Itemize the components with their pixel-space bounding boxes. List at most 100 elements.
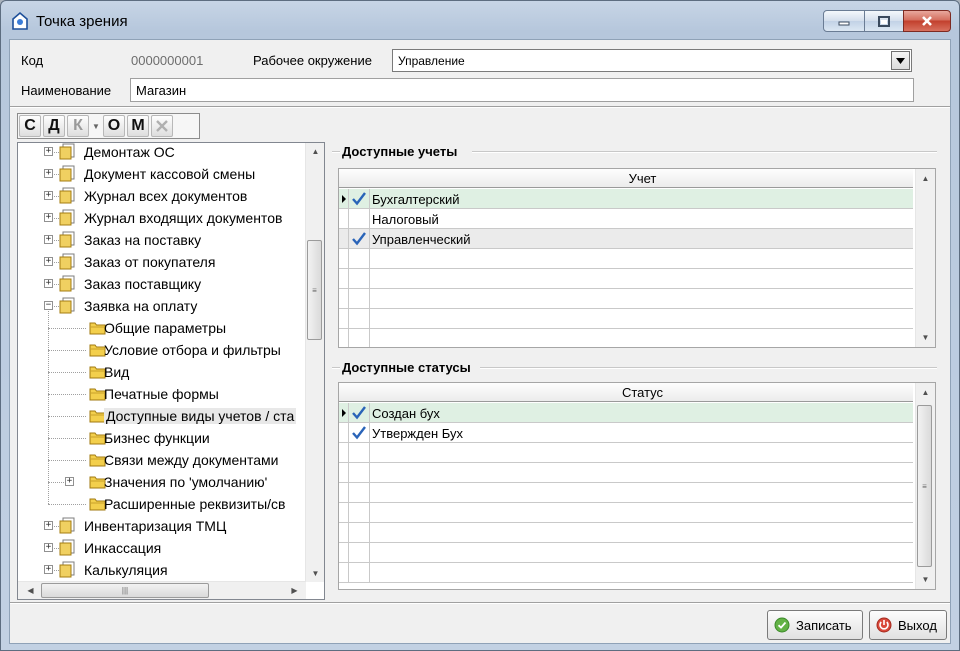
accounts-vertical-scrollbar[interactable]: ▲ ▼ bbox=[915, 169, 935, 347]
exit-button[interactable]: Выход bbox=[869, 610, 947, 640]
tree-scroll-thumb[interactable]: ≡ bbox=[307, 240, 322, 340]
tree-item[interactable]: + Инвентаризация ТМЦ bbox=[18, 515, 305, 537]
toolbar-button-delete[interactable] bbox=[151, 115, 173, 137]
expand-icon[interactable]: + bbox=[44, 213, 53, 222]
scroll-down-arrow-icon[interactable]: ▼ bbox=[307, 565, 324, 582]
row-checkbox[interactable] bbox=[349, 329, 370, 347]
scroll-up-arrow-icon[interactable]: ▲ bbox=[917, 170, 934, 187]
statuses-vertical-scrollbar[interactable]: ▲ ≡ ▼ bbox=[915, 383, 935, 589]
scroll-down-arrow-icon[interactable]: ▼ bbox=[917, 571, 934, 588]
expand-icon[interactable]: + bbox=[44, 565, 53, 574]
tree-item[interactable]: + Заказ поставщику bbox=[18, 273, 305, 295]
tree-horizontal-scrollbar[interactable]: ◀ ||| ▶ bbox=[18, 581, 306, 599]
tree-item[interactable]: Условие отбора и фильтры bbox=[18, 339, 305, 361]
accounts-group-title: Доступные учеты bbox=[342, 144, 463, 159]
scroll-down-arrow-icon[interactable]: ▼ bbox=[917, 329, 934, 346]
close-button[interactable] bbox=[903, 10, 951, 32]
expand-icon[interactable]: + bbox=[44, 235, 53, 244]
collapse-icon[interactable]: − bbox=[44, 301, 53, 310]
tree-item-label: Бизнес функции bbox=[104, 430, 210, 446]
save-button[interactable]: Записать bbox=[767, 610, 863, 640]
row-checkbox[interactable] bbox=[349, 229, 370, 249]
row-checkbox[interactable] bbox=[349, 503, 370, 523]
toolbar-button-k[interactable]: К bbox=[67, 115, 89, 137]
row-checkbox[interactable] bbox=[349, 483, 370, 503]
row-checkbox[interactable] bbox=[349, 403, 370, 423]
tree-item[interactable]: + Значения по 'умолчанию' bbox=[18, 471, 305, 493]
toolbar-dropdown-arrow[interactable]: ▼ bbox=[91, 115, 101, 137]
row-checkbox[interactable] bbox=[349, 249, 370, 269]
table-row[interactable]: Утвержден Бух bbox=[339, 423, 913, 443]
row-checkbox[interactable] bbox=[349, 269, 370, 289]
toolbar-button-o[interactable]: О bbox=[103, 115, 125, 137]
scroll-up-arrow-icon[interactable]: ▲ bbox=[307, 143, 324, 160]
toolbar-button-m[interactable]: М bbox=[127, 115, 149, 137]
tree-item[interactable]: Связи между документами bbox=[18, 449, 305, 471]
tree-item[interactable]: + Инкассация bbox=[18, 537, 305, 559]
tree-item[interactable]: Бизнес функции bbox=[18, 427, 305, 449]
minimize-button[interactable] bbox=[823, 10, 865, 32]
expand-icon[interactable]: + bbox=[44, 147, 53, 156]
accounts-column-header[interactable]: Учет bbox=[372, 171, 913, 186]
row-checkbox[interactable] bbox=[349, 289, 370, 309]
env-select[interactable]: Управление bbox=[392, 49, 912, 72]
row-label: Создан бух bbox=[372, 406, 440, 421]
expand-icon[interactable]: + bbox=[44, 169, 53, 178]
expand-icon[interactable]: + bbox=[44, 257, 53, 266]
table-row[interactable]: Бухгалтерский bbox=[339, 189, 913, 209]
expand-icon[interactable]: + bbox=[65, 477, 74, 486]
row-checkbox[interactable] bbox=[349, 523, 370, 543]
tree-item[interactable]: Доступные виды учетов / ста bbox=[18, 405, 305, 427]
expand-icon[interactable]: + bbox=[44, 543, 53, 552]
tree-item[interactable]: Печатные формы bbox=[18, 383, 305, 405]
tree-item[interactable]: − Заявка на оплату bbox=[18, 295, 305, 317]
tree-item[interactable]: + Демонтаж ОС bbox=[18, 143, 305, 163]
scroll-up-arrow-icon[interactable]: ▲ bbox=[917, 384, 934, 401]
expand-icon[interactable]: + bbox=[44, 279, 53, 288]
row-checkbox[interactable] bbox=[349, 423, 370, 443]
maximize-button[interactable] bbox=[864, 10, 904, 32]
tree-vertical-scrollbar[interactable]: ▲ ≡ ▼ bbox=[305, 143, 324, 582]
tree-item[interactable]: + Журнал входящих документов bbox=[18, 207, 305, 229]
tree-item[interactable]: + Документ кассовой смены bbox=[18, 163, 305, 185]
tree-hscroll-thumb[interactable]: ||| bbox=[41, 583, 209, 598]
row-checkbox[interactable] bbox=[349, 543, 370, 563]
minimize-icon bbox=[838, 21, 850, 26]
row-checkbox[interactable] bbox=[349, 463, 370, 483]
tree-item[interactable]: + Заказ от покупателя bbox=[18, 251, 305, 273]
table-row[interactable]: Создан бух bbox=[339, 403, 913, 423]
toolbar-button-s[interactable]: С bbox=[19, 115, 41, 137]
tree-item[interactable]: Общие параметры bbox=[18, 317, 305, 339]
statuses-column-header[interactable]: Статус bbox=[372, 385, 913, 400]
scroll-right-arrow-icon[interactable]: ▶ bbox=[286, 582, 303, 599]
accounts-grid-header[interactable]: Учет bbox=[339, 169, 913, 188]
name-input[interactable]: Магазин bbox=[130, 78, 914, 102]
row-indicator bbox=[339, 443, 349, 463]
accounts-grid[interactable]: Учет Бухгалтерский Налоговый Управленчески… bbox=[338, 168, 936, 348]
statuses-grid[interactable]: Статус Создан бух Утвержден Бух ▲ ≡ ▼ bbox=[338, 382, 936, 590]
table-row[interactable]: Налоговый bbox=[339, 209, 913, 229]
row-checkbox[interactable] bbox=[349, 563, 370, 583]
tree-item[interactable]: + Заказ на поставку bbox=[18, 229, 305, 251]
row-checkbox[interactable] bbox=[349, 309, 370, 329]
tree-item[interactable]: + Журнал всех документов bbox=[18, 185, 305, 207]
scroll-left-arrow-icon[interactable]: ◀ bbox=[22, 582, 39, 599]
row-checkbox[interactable] bbox=[349, 443, 370, 463]
row-checkbox[interactable] bbox=[349, 189, 370, 209]
tree-item[interactable]: Расширенные реквизиты/св bbox=[18, 493, 305, 515]
document-folder-icon bbox=[59, 143, 77, 160]
env-label: Рабочее окружение bbox=[253, 53, 372, 68]
expand-icon[interactable]: + bbox=[44, 521, 53, 530]
empty-row bbox=[339, 269, 913, 289]
document-tree[interactable]: + Демонтаж ОС + Документ кассовой смены + Жур… bbox=[17, 142, 325, 600]
toolbar-button-d[interactable]: Д bbox=[43, 115, 65, 137]
statuses-scroll-thumb[interactable]: ≡ bbox=[917, 405, 932, 567]
tree-item[interactable]: + Калькуляция bbox=[18, 559, 305, 581]
statuses-grid-header[interactable]: Статус bbox=[339, 383, 913, 402]
table-row[interactable]: Управленческий bbox=[339, 229, 913, 249]
expand-icon[interactable]: + bbox=[44, 191, 53, 200]
tree-item[interactable]: Вид bbox=[18, 361, 305, 383]
env-dropdown-button[interactable] bbox=[891, 51, 910, 70]
title-bar[interactable]: Точка зрения bbox=[1, 1, 959, 39]
row-checkbox[interactable] bbox=[349, 209, 370, 229]
